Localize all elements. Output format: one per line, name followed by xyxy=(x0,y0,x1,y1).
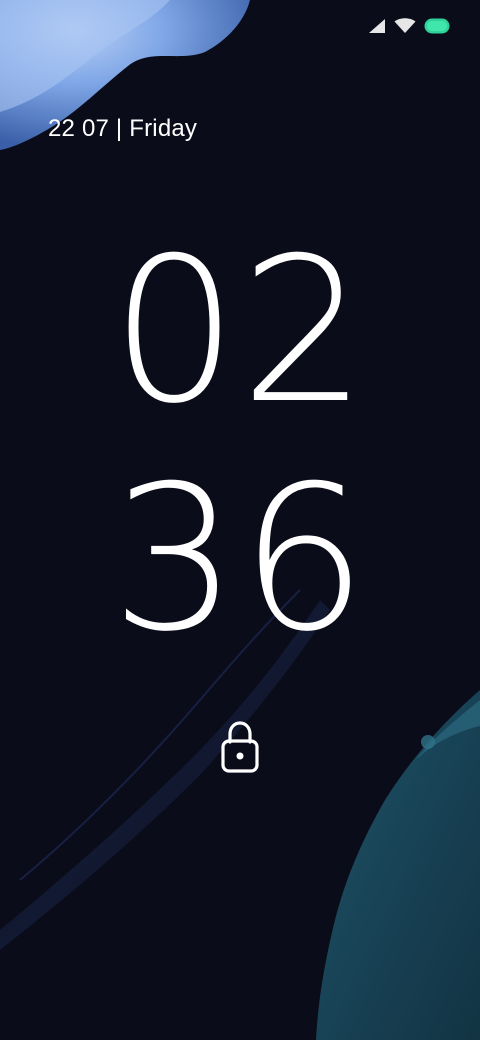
lock-screen: 22 07 | Friday 02 36 xyxy=(0,0,480,1040)
wifi-icon xyxy=(394,18,416,34)
lock-icon[interactable] xyxy=(220,718,260,774)
clock-minutes: 36 xyxy=(110,443,370,676)
date-label: 22 07 | Friday xyxy=(48,115,198,142)
battery-icon xyxy=(424,18,450,34)
cell-signal-icon xyxy=(368,18,386,34)
status-bar xyxy=(0,0,480,56)
clock-hours: 02 xyxy=(110,215,370,448)
status-icons xyxy=(368,18,450,34)
